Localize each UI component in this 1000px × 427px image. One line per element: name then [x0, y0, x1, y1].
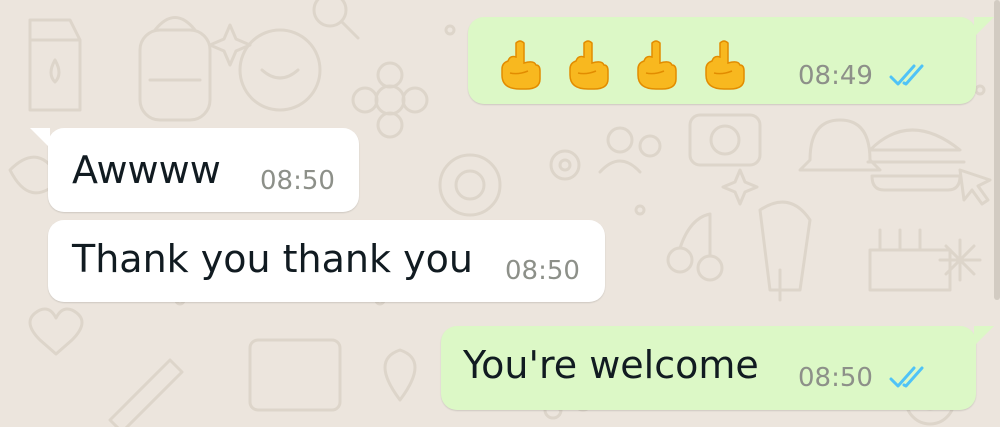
- incoming-message[interactable]: Thank you thank you 08:50: [48, 220, 605, 302]
- middle-finger-emoji: [501, 40, 541, 90]
- message-timestamp: 08:49: [798, 61, 873, 91]
- middle-finger-emoji: [705, 40, 745, 90]
- message-timestamp: 08:50: [505, 256, 580, 286]
- incoming-message[interactable]: Awwww 08:50: [30, 128, 359, 212]
- outgoing-message[interactable]: You're welcome 08:50: [441, 326, 994, 410]
- message-text: You're welcome: [463, 343, 759, 387]
- message-timestamp: 08:50: [798, 363, 873, 393]
- middle-finger-emoji: [637, 40, 677, 90]
- double-check-read-icon: [889, 64, 924, 86]
- middle-finger-emoji: [569, 40, 609, 90]
- double-check-read-icon: [889, 366, 924, 388]
- outgoing-emoji-message[interactable]: 08:49: [468, 17, 994, 104]
- chat-scrollbar[interactable]: [994, 0, 1000, 300]
- emoji-row: [498, 39, 746, 91]
- message-text: Thank you thank you: [72, 237, 473, 281]
- message-text: Awwww: [72, 148, 221, 192]
- message-timestamp: 08:50: [260, 166, 335, 196]
